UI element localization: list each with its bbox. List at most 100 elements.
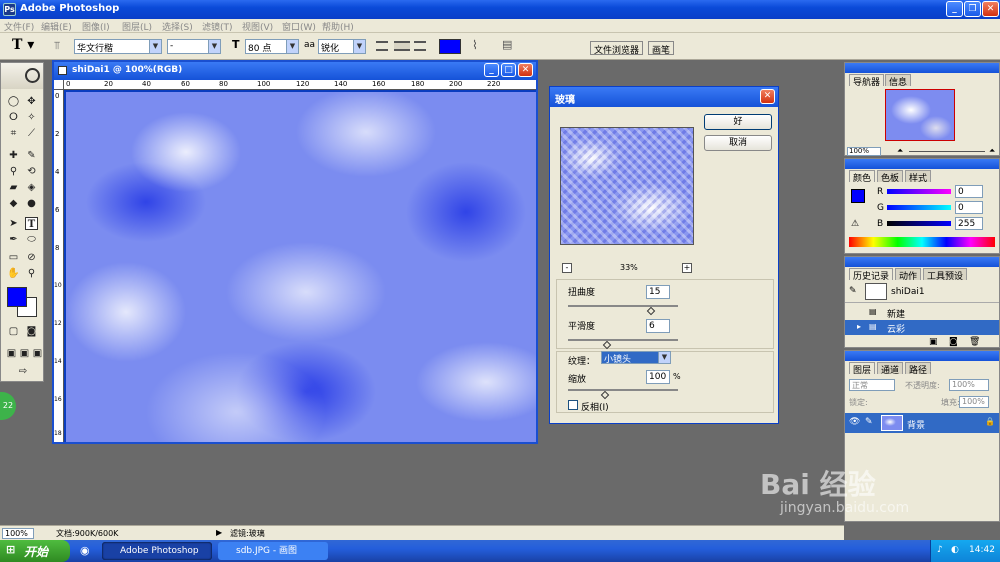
distortion-slider[interactable] xyxy=(568,305,678,307)
tray-network-icon[interactable]: ◐ xyxy=(951,545,959,555)
tab-actions[interactable]: 动作 xyxy=(895,268,922,282)
pen-tool-icon[interactable]: ✒ xyxy=(7,233,20,246)
tab-navigator[interactable]: 导航器 xyxy=(849,74,885,88)
crop-tool-icon[interactable]: ⌗ xyxy=(7,127,20,140)
align-center-icon[interactable] xyxy=(394,41,410,51)
menu-window[interactable]: 窗口(W) xyxy=(282,20,316,33)
color-foreground-swatch[interactable] xyxy=(851,189,865,203)
eraser-tool-icon[interactable]: ▰ xyxy=(7,181,20,194)
distortion-field[interactable]: 15 xyxy=(646,285,670,299)
color-b-slider[interactable] xyxy=(887,221,951,226)
opacity-field[interactable]: 100% xyxy=(949,379,989,391)
text-orientation-icon[interactable]: ⫪ xyxy=(54,39,60,53)
tray-icon[interactable]: ♪ xyxy=(937,545,943,555)
history-item[interactable]: ▤ 新建 xyxy=(845,305,999,320)
tab-channels[interactable]: 通道 xyxy=(877,362,904,376)
tab-tool-presets[interactable]: 工具预设 xyxy=(923,268,968,282)
blur-tool-icon[interactable]: ◆ xyxy=(7,197,20,210)
zoom-tool-icon[interactable]: ⚲ xyxy=(25,267,38,280)
doc-close-icon[interactable]: ✕ xyxy=(518,63,533,77)
healing-brush-icon[interactable]: ✚ xyxy=(7,149,20,162)
tab-layers[interactable]: 图层 xyxy=(849,362,876,376)
navigator-thumbnail[interactable] xyxy=(885,89,955,141)
zoom-in-icon[interactable]: + xyxy=(682,263,692,273)
lasso-tool-icon[interactable]: ⵔ xyxy=(7,111,20,124)
eye-visibility-icon[interactable]: 👁 xyxy=(849,417,860,427)
screen-mode-2-icon[interactable]: ▣ xyxy=(18,347,31,360)
shape-tool-icon[interactable]: ⬭ xyxy=(25,233,38,246)
screen-mode-1-icon[interactable]: ▣ xyxy=(5,347,18,360)
document-title-bar[interactable]: shiDai1 @ 100%(RGB) _ □ ✕ xyxy=(54,62,536,80)
standard-mode-icon[interactable]: ▢ xyxy=(7,325,20,338)
dialog-title-bar[interactable]: 玻璃 ✕ xyxy=(550,87,778,107)
new-document-icon[interactable]: ▣ xyxy=(929,337,938,347)
smoothness-field[interactable]: 6 xyxy=(646,319,670,333)
ok-button[interactable]: 好 xyxy=(704,114,772,130)
dialog-close-icon[interactable]: ✕ xyxy=(760,89,775,104)
task-photoshop[interactable]: Adobe Photoshop xyxy=(102,542,212,560)
eyedropper-icon[interactable]: ⊘ xyxy=(25,251,38,264)
blend-mode-select[interactable]: 正常 xyxy=(849,379,895,391)
navigator-zoom-in-icon[interactable]: ⏶ xyxy=(989,147,995,155)
align-left-icon[interactable] xyxy=(376,41,388,51)
menu-file[interactable]: 文件(F) xyxy=(4,20,34,33)
navigator-zoom-slider[interactable] xyxy=(909,151,985,152)
menu-view[interactable]: 视图(V) xyxy=(242,20,273,33)
minimize-icon[interactable]: _ xyxy=(946,1,963,17)
close-icon[interactable]: ✕ xyxy=(982,1,999,17)
quick-launch-icon[interactable]: ◉ xyxy=(80,544,90,557)
history-brush-icon[interactable]: ⟲ xyxy=(25,165,38,178)
tab-info[interactable]: 信息 xyxy=(885,74,912,88)
history-brush-source-icon[interactable]: ✎ xyxy=(849,286,857,296)
ruler-origin[interactable] xyxy=(54,80,64,90)
zoom-out-icon[interactable]: - xyxy=(562,263,572,273)
brushes-tab[interactable]: 画笔 xyxy=(648,41,675,56)
slice-tool-icon[interactable]: ⟋ xyxy=(25,127,38,140)
delete-state-icon[interactable]: 🗑 xyxy=(969,337,980,347)
navigator-panel-header[interactable] xyxy=(845,63,999,73)
file-browser-tab[interactable]: 文件浏览器 xyxy=(590,41,644,56)
paint-bucket-icon[interactable]: ◈ xyxy=(25,181,38,194)
status-zoom-field[interactable]: 100% xyxy=(2,528,34,539)
navigator-zoom-field[interactable]: 100% xyxy=(847,147,881,156)
color-g-field[interactable]: 0 xyxy=(955,201,983,214)
scaling-slider[interactable] xyxy=(568,389,678,391)
tab-color[interactable]: 颜色 xyxy=(849,170,876,184)
history-snapshot-row[interactable]: ✎ shiDai1 xyxy=(845,281,999,303)
dodge-tool-icon[interactable]: ● xyxy=(25,197,38,210)
align-right-icon[interactable] xyxy=(414,41,426,51)
menu-select[interactable]: 选择(S) xyxy=(162,20,193,33)
warp-text-icon[interactable]: ⌇ xyxy=(472,38,478,52)
status-menu-arrow-icon[interactable]: ▶ xyxy=(216,528,222,537)
tab-paths[interactable]: 路径 xyxy=(905,362,932,376)
font-style-select[interactable]: - ▼ xyxy=(167,39,221,54)
quick-mask-icon[interactable]: ◙ xyxy=(25,325,38,338)
jump-to-imageready-icon[interactable]: ⇨ xyxy=(11,365,35,378)
type-tool-preset-icon[interactable]: T ▾ xyxy=(12,37,34,53)
tab-styles[interactable]: 样式 xyxy=(905,170,932,184)
tab-swatches[interactable]: 色板 xyxy=(877,170,904,184)
menu-edit[interactable]: 编辑(E) xyxy=(41,20,72,33)
smoothness-slider[interactable] xyxy=(568,339,678,341)
antialias-select[interactable]: 锐化 ▼ xyxy=(318,39,366,54)
layer-row-background[interactable]: 👁 ✎ 背景 🔒 xyxy=(845,413,999,433)
menu-help[interactable]: 帮助(H) xyxy=(322,20,354,33)
path-select-icon[interactable]: ➤ xyxy=(7,217,20,230)
menu-image[interactable]: 图像(I) xyxy=(82,20,110,33)
screen-mode-3-icon[interactable]: ▣ xyxy=(31,347,44,360)
menu-filter[interactable]: 滤镜(T) xyxy=(202,20,233,33)
restore-icon[interactable]: ❐ xyxy=(964,1,981,17)
history-panel-header[interactable] xyxy=(845,257,999,267)
fill-field[interactable]: 100% xyxy=(959,396,989,408)
image-canvas[interactable] xyxy=(66,92,536,442)
clone-stamp-icon[interactable]: ⚲ xyxy=(7,165,20,178)
layers-panel-header[interactable] xyxy=(845,351,999,361)
color-panel-header[interactable] xyxy=(845,159,999,169)
font-size-select[interactable]: 80 点 ▼ xyxy=(245,39,299,54)
font-family-select[interactable]: 华文行楷 ▼ xyxy=(74,39,162,54)
hand-tool-icon[interactable]: ✋ xyxy=(7,267,20,280)
filter-preview[interactable] xyxy=(560,127,694,245)
navigator-zoom-out-icon[interactable]: ⏶ xyxy=(897,147,903,155)
color-r-field[interactable]: 0 xyxy=(955,185,983,198)
type-tool-icon[interactable]: T xyxy=(25,217,38,230)
